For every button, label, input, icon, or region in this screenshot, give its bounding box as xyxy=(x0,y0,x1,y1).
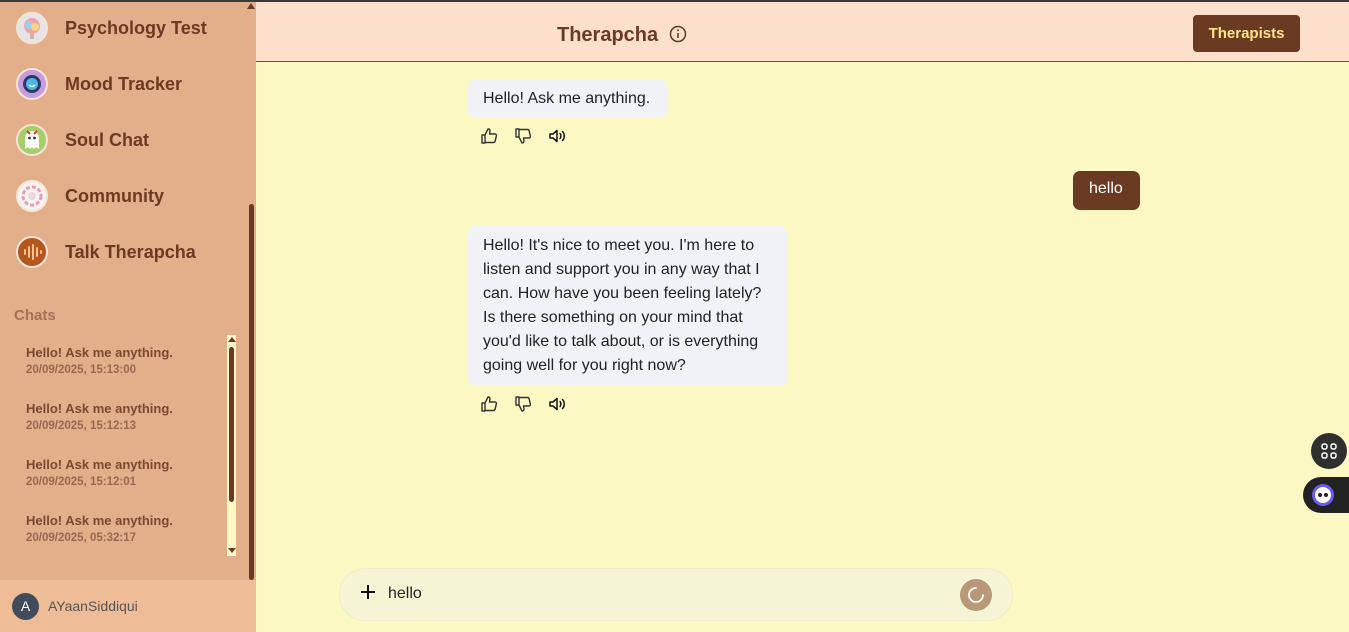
chat-timestamp: 20/09/2025, 05:32:17 xyxy=(26,532,136,544)
chat-title: Hello! Ask me anything. xyxy=(26,401,173,416)
sidebar: Psychology Test Mood Tracker Soul Chat C… xyxy=(0,0,256,632)
sidebar-item-mood-tracker[interactable]: Mood Tracker xyxy=(16,66,182,102)
sidebar-item-label: Mood Tracker xyxy=(65,73,183,94)
plus-icon[interactable] xyxy=(358,582,378,602)
ghost-icon xyxy=(16,124,48,156)
bot-message: Hello! Ask me anything. xyxy=(468,79,667,118)
loading-spinner-icon xyxy=(968,587,984,603)
thumbs-up-icon[interactable] xyxy=(479,394,499,414)
message-actions xyxy=(479,126,567,146)
chat-history-list: Hello! Ask me anything. 20/09/2025, 15:1… xyxy=(14,335,236,556)
sidebar-item-label: Soul Chat xyxy=(65,129,149,150)
message-actions xyxy=(479,394,567,414)
user-name: AYaanSiddiqui xyxy=(48,598,138,614)
user-profile[interactable]: A AYaanSiddiqui xyxy=(0,580,256,632)
sidebar-item-psychology-test[interactable]: Psychology Test xyxy=(16,10,207,46)
sidebar-item-label: Psychology Test xyxy=(65,17,207,38)
grid-icon xyxy=(1321,443,1337,459)
chat-title: Hello! Ask me anything. xyxy=(26,457,173,472)
chat-title: Hello! Ask me anything. xyxy=(26,345,173,360)
sidebar-item-soul-chat[interactable]: Soul Chat xyxy=(16,122,149,158)
message-composer xyxy=(340,569,1012,620)
sidebar-item-community[interactable]: Community xyxy=(16,178,164,214)
chat-history-item[interactable]: Hello! Ask me anything. 20/09/2025, 15:1… xyxy=(26,345,221,376)
speaker-icon[interactable] xyxy=(547,394,567,414)
bot-message: Hello! It's nice to meet you. I'm here t… xyxy=(468,226,788,386)
community-circle-icon xyxy=(16,180,48,212)
page-title: Therapcha xyxy=(557,24,659,46)
top-header: Therapcha Therapists xyxy=(256,2,1349,62)
chat-history-item[interactable]: Hello! Ask me anything. 20/09/2025, 15:1… xyxy=(26,401,221,432)
chat-timestamp: 20/09/2025, 15:12:01 xyxy=(26,476,136,488)
scroll-up-arrow-icon[interactable] xyxy=(228,337,236,342)
window-top-border xyxy=(0,0,1349,2)
thumbs-up-icon[interactable] xyxy=(479,126,499,146)
send-button[interactable] xyxy=(960,579,992,611)
user-message: hello xyxy=(1073,171,1140,210)
chats-heading: Chats xyxy=(14,307,56,324)
info-icon[interactable] xyxy=(669,25,687,43)
chat-history-item[interactable]: Hello! Ask me anything. 20/09/2025, 05:3… xyxy=(26,513,221,544)
chats-scrollbar-thumb[interactable] xyxy=(229,347,234,502)
mood-watch-icon xyxy=(16,68,48,100)
chat-timestamp: 20/09/2025, 15:13:00 xyxy=(26,364,136,376)
avatar: A xyxy=(12,592,39,620)
chat-title: Hello! Ask me anything. xyxy=(26,513,173,528)
scroll-down-arrow-icon[interactable] xyxy=(228,548,236,553)
thumbs-down-icon[interactable] xyxy=(513,394,533,414)
apps-grid-button[interactable] xyxy=(1311,433,1347,469)
sidebar-item-label: Community xyxy=(65,185,164,206)
sidebar-scrollbar-thumb[interactable] xyxy=(249,204,254,580)
sidebar-item-talk-therapcha[interactable]: Talk Therapcha xyxy=(16,234,196,270)
chat-timestamp: 20/09/2025, 15:12:13 xyxy=(26,420,136,432)
sidebar-item-label: Talk Therapcha xyxy=(65,241,196,262)
bot-face-icon xyxy=(1312,484,1334,506)
thumbs-down-icon[interactable] xyxy=(513,126,533,146)
speaker-icon[interactable] xyxy=(547,126,567,146)
soundwave-icon xyxy=(16,236,48,268)
scroll-up-arrow-icon[interactable] xyxy=(247,3,255,9)
chat-history-item[interactable]: Hello! Ask me anything. 20/09/2025, 15:1… xyxy=(26,457,221,488)
assistant-bot-button[interactable] xyxy=(1303,477,1349,513)
therapists-button[interactable]: Therapists xyxy=(1193,15,1300,52)
message-input[interactable] xyxy=(388,582,948,606)
brain-icon xyxy=(16,12,48,44)
